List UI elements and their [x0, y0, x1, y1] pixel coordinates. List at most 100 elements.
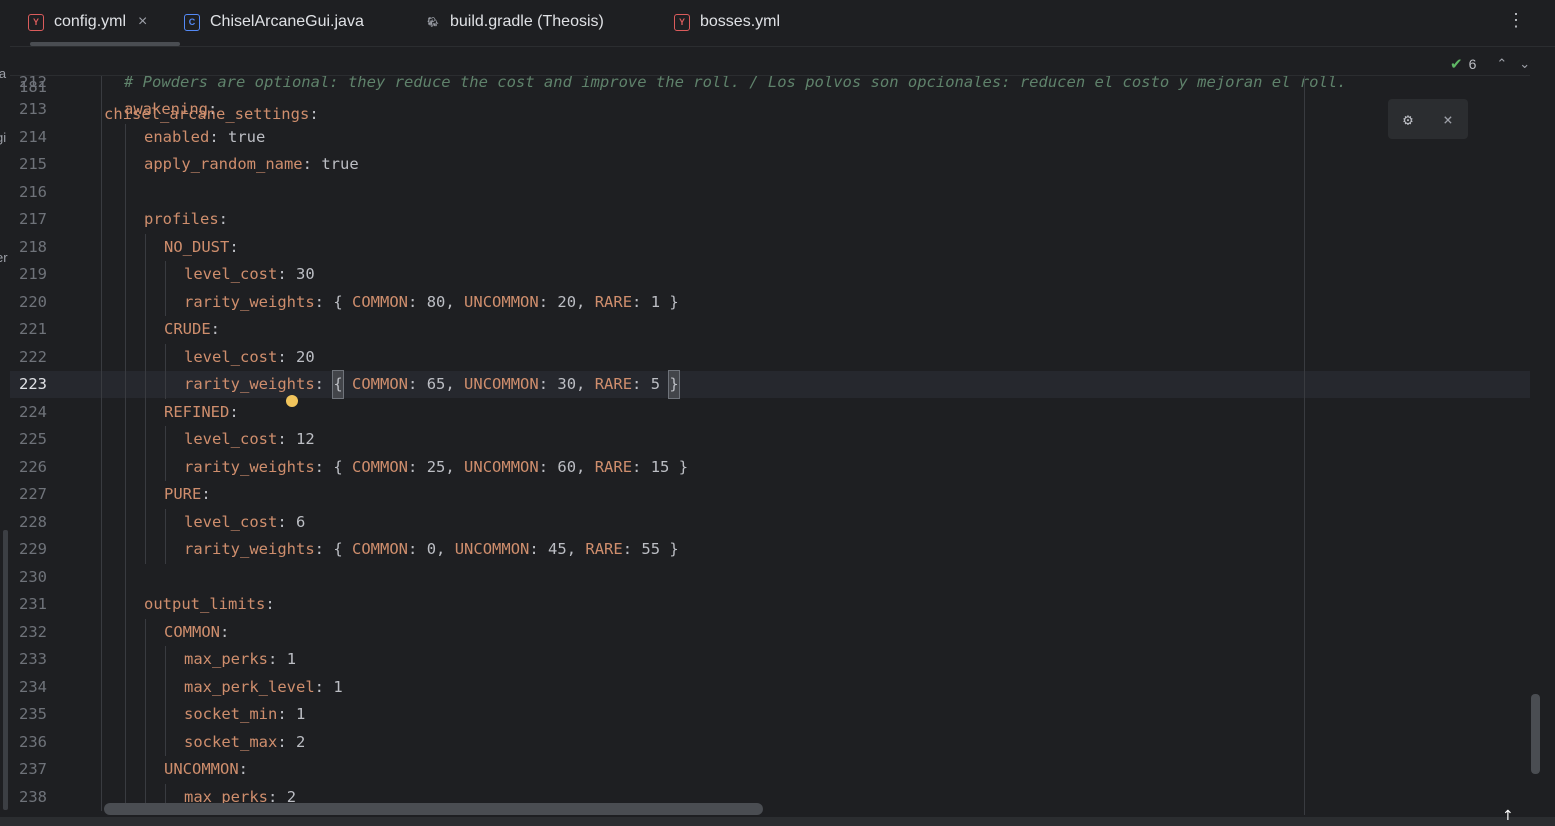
indent-guide — [101, 316, 102, 344]
code-line[interactable]: 230 — [10, 563, 1530, 591]
code-line[interactable]: 225 level_cost: 12 — [10, 426, 1530, 454]
indent-guide — [164, 371, 166, 399]
tab-build-gradle[interactable]: 🐘︎ build.gradle (Theosis) — [426, 0, 604, 44]
indent-guide — [101, 591, 102, 619]
indent-guide — [101, 151, 102, 179]
code-line[interactable]: 216 — [10, 178, 1530, 206]
code-line[interactable]: 221 CRUDE: — [10, 316, 1530, 344]
yaml-key: socket_max — [184, 732, 278, 751]
code-line[interactable]: 228 level_cost: 6 — [10, 508, 1530, 536]
line-number: 222 — [19, 347, 47, 366]
line-code: rarity_weights: { COMMON: 65, UNCOMMON: … — [184, 370, 680, 399]
code-line[interactable]: 235 socket_min: 1 — [10, 701, 1530, 729]
colon: : — [220, 622, 230, 641]
close-icon[interactable]: × — [1443, 110, 1453, 129]
indent-guide — [144, 288, 146, 316]
yaml-file-icon: Y — [28, 13, 44, 31]
ai-assistant-icon[interactable]: ⚙ — [1403, 110, 1413, 129]
code-line[interactable]: 217 profiles: — [10, 206, 1530, 234]
horizontal-scrollbar-thumb[interactable] — [104, 803, 763, 815]
indent-guide — [144, 673, 146, 701]
map-key: UNCOMMON — [464, 375, 539, 393]
vertical-scrollbar-thumb[interactable] — [1531, 694, 1540, 774]
yaml-key: PURE — [164, 485, 202, 503]
more-options-icon[interactable]: ⋮ — [1507, 10, 1525, 31]
code-line[interactable]: 233 max_perks: 1 — [10, 646, 1530, 674]
close-icon[interactable]: × — [138, 13, 147, 31]
yaml-value: 20 — [296, 347, 315, 366]
line-number: 226 — [19, 457, 47, 476]
yaml-key: max_perks — [184, 650, 268, 668]
indent-guide — [101, 426, 102, 454]
gradle-elephant-icon: 🐘︎ — [427, 16, 439, 27]
code-line[interactable]: 232 COMMON: — [10, 618, 1530, 646]
code-line[interactable]: 215 apply_random_name: true — [10, 151, 1530, 179]
tab-label: config.yml — [54, 13, 127, 30]
colon: : — [314, 540, 334, 558]
tab-chiselarcanegui-java[interactable]: C ChiselArcaneGui.java — [184, 0, 364, 44]
sticky-scroll-header[interactable]: 181 chisel_arcane_settings: — [10, 47, 1530, 123]
code-line[interactable]: 236 socket_max: 2 — [10, 728, 1530, 756]
yaml-value: true — [321, 155, 359, 173]
colon: : — [277, 347, 287, 366]
code-line[interactable]: 224 REFINED: — [10, 398, 1530, 426]
code-editor[interactable]: 211# Awakening turns vanilla gear into e… — [10, 47, 1530, 817]
indent-guide — [164, 673, 166, 701]
editor-tab-bar: Y config.yml × C ChiselArcaneGui.java 🐘︎… — [10, 0, 1555, 47]
indent-guide — [124, 426, 126, 454]
yaml-key: level_cost — [184, 512, 278, 531]
code-line[interactable]: 227 PURE: — [10, 481, 1530, 509]
code-line[interactable]: 219 level_cost: 30 — [10, 261, 1530, 289]
code-line[interactable]: 231 output_limits: — [10, 591, 1530, 619]
line-code: NO_DUST: — [164, 234, 239, 261]
inspection-widget[interactable]: ✔ 6 ⌃ ⌄ — [1450, 54, 1530, 74]
comma: , — [566, 540, 586, 558]
indent-guide — [164, 536, 166, 564]
colon: : — [408, 375, 427, 393]
tab-config-yml[interactable]: Y config.yml × — [28, 0, 147, 44]
indent-guide — [101, 728, 102, 756]
map-value: 5 — [650, 375, 661, 393]
code-line[interactable]: 218 NO_DUST: — [10, 233, 1530, 261]
indent-guide — [124, 151, 126, 179]
code-line[interactable]: 229 rarity_weights: { COMMON: 0, UNCOMMON… — [10, 536, 1530, 564]
indent-guide — [124, 481, 126, 509]
comma: , — [445, 457, 465, 476]
line-number: 229 — [19, 540, 47, 558]
colon: : — [314, 457, 334, 476]
colon: : — [632, 292, 651, 311]
line-code: max_perk_level: 1 — [184, 674, 343, 701]
code-line[interactable]: 237 UNCOMMON: — [10, 756, 1530, 784]
tab-bosses-yml[interactable]: Y bosses.yml — [674, 0, 780, 44]
indent-guide — [101, 123, 102, 151]
lightbulb-icon[interactable] — [286, 395, 298, 409]
code-line[interactable]: 223 rarity_weights: { COMMON: 65, UNCOMMO… — [10, 370, 1530, 399]
chevron-up-icon[interactable]: ⌃ — [1496, 56, 1507, 72]
checkmark-icon: ✔ — [1450, 56, 1463, 73]
line-code: level_cost: 30 — [184, 261, 315, 288]
code-line[interactable]: 220 rarity_weights: { COMMON: 80, UNCOMMO… — [10, 288, 1530, 316]
code-line[interactable]: 234 max_perk_level: 1 — [10, 673, 1530, 701]
indent-guide — [124, 206, 126, 234]
yaml-key: CRUDE — [164, 320, 211, 338]
indent-guide — [124, 371, 126, 399]
sticky-line: 181 chisel_arcane_settings: — [10, 47, 1542, 123]
yaml-value: 30 — [296, 265, 315, 283]
indent-guide — [101, 96, 102, 124]
map-key: COMMON — [352, 292, 409, 311]
map-key: RARE — [594, 457, 633, 476]
left-scrollbar[interactable] — [3, 530, 8, 810]
code-line[interactable]: 222 level_cost: 20 — [10, 343, 1530, 371]
map-value: 0 — [426, 540, 437, 558]
colon: : — [632, 457, 651, 476]
chevron-down-icon[interactable]: ⌄ — [1519, 56, 1530, 72]
line-number: 238 — [19, 787, 47, 806]
code-line[interactable]: 226 rarity_weights: { COMMON: 25, UNCOMMO… — [10, 453, 1530, 481]
colon: : — [529, 540, 549, 558]
yaml-key: rarity_weights — [184, 540, 315, 558]
